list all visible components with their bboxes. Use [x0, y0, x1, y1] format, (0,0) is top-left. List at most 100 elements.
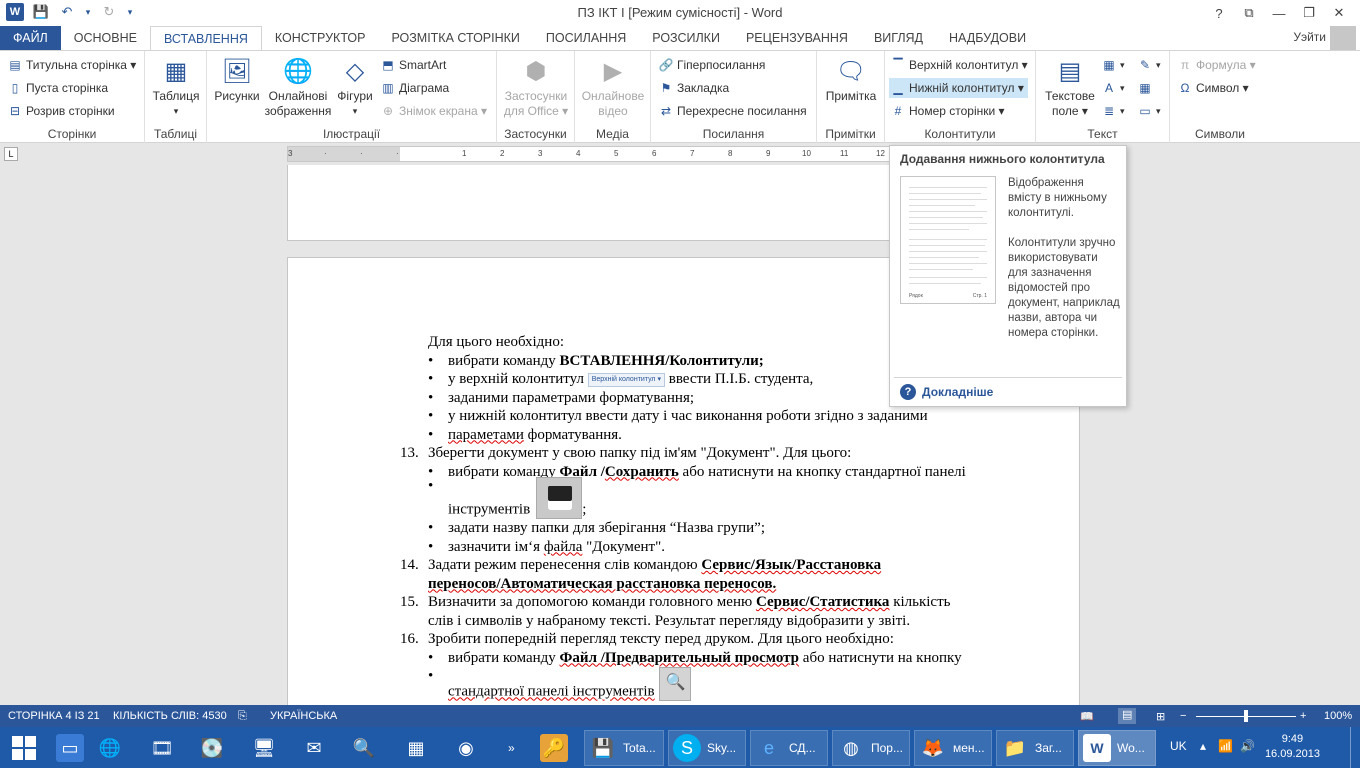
tab-addins[interactable]: НАДБУДОВИ	[936, 26, 1039, 50]
object-button[interactable]: ▭ ▾	[1138, 101, 1160, 121]
table-button[interactable]: ▦ Таблиця ▾	[151, 55, 201, 119]
tab-view[interactable]: ВИГЛЯД	[861, 26, 936, 50]
undo-icon[interactable]: ↶	[58, 3, 76, 21]
equation-button[interactable]: π Формула ▾	[1178, 55, 1256, 75]
quick-parts-button[interactable]: ▦ ▾	[1102, 55, 1124, 75]
taskbar-window-icon[interactable]: ▦	[398, 730, 434, 766]
tab-insert[interactable]: ВСТАВЛЕННЯ	[149, 26, 262, 51]
input-language[interactable]: UK	[1170, 739, 1187, 753]
network-status-icon[interactable]: 📶	[1218, 739, 1233, 753]
show-desktop-button[interactable]	[1350, 727, 1360, 768]
tab-home[interactable]: ОСНОВНЕ	[61, 26, 150, 50]
cover-page-button[interactable]: ▤ Титульна сторінка ▾	[8, 55, 136, 75]
taskbar-overflow-chevron[interactable]: »	[504, 730, 519, 766]
taskbar-window-word[interactable]: W Wo...	[1078, 730, 1156, 766]
page-counter[interactable]: СТОРІНКА 4 ІЗ 21	[8, 710, 100, 722]
comment-button[interactable]: 🗨 Примітка	[821, 55, 881, 104]
read-mode-icon[interactable]: 📖	[1080, 710, 1094, 723]
save-icon[interactable]: 💾	[32, 3, 50, 21]
text-box-button[interactable]: ▤ Текстове поле ▾	[1040, 55, 1100, 119]
chart-button[interactable]: ▥ Діаграма	[381, 78, 449, 98]
maximize-button[interactable]: ❐	[1294, 2, 1324, 24]
tab-design[interactable]: КОНСТРУКТОР	[262, 26, 379, 50]
taskbar-computer-icon[interactable]: 🖥	[246, 730, 282, 766]
pictures-button[interactable]: 🖼 Рисунки	[211, 55, 263, 104]
hyperlink-button[interactable]: 🔗 Гіперпосилання	[659, 55, 766, 75]
taskbar-drive-icon[interactable]: 💽	[194, 730, 230, 766]
page-number-button[interactable]: # Номер сторінки ▾	[891, 101, 1005, 121]
header-button[interactable]: ▔ Верхній колонтитул ▾	[891, 55, 1027, 75]
minimize-button[interactable]: —	[1264, 2, 1294, 24]
tab-review[interactable]: РЕЦЕНЗУВАННЯ	[733, 26, 861, 50]
taskbar-media-icon[interactable]: ◉	[448, 730, 484, 766]
numbered-item-continuation: слів і символів у набраному тексті. Резу…	[428, 612, 911, 629]
online-video-button[interactable]: ▶ Онлайнове відео	[579, 55, 647, 119]
wordart-button[interactable]: A ▾	[1102, 78, 1125, 98]
screenshot-button[interactable]: ⊕ Знімок екрана ▾	[381, 101, 487, 121]
language-indicator[interactable]: УКРАЇНСЬКА	[270, 710, 337, 722]
group-label-pages: Сторінки	[47, 127, 97, 141]
redo-icon[interactable]: ↻	[100, 3, 118, 21]
tray-expand-icon[interactable]: ▴	[1200, 739, 1206, 753]
word-app-icon[interactable]: W	[6, 3, 24, 21]
taskbar-window-total[interactable]: 💾 Tota...	[584, 730, 664, 766]
group-label-media: Медіа	[596, 127, 629, 141]
taskbar-window-skype[interactable]: S Sky...	[668, 730, 746, 766]
taskbar-network-icon[interactable]: 🌐	[92, 730, 128, 766]
drop-cap-button[interactable]: ≣ ▾	[1102, 101, 1125, 121]
proofing-icon[interactable]: ⎘	[238, 710, 247, 723]
word-count[interactable]: КІЛЬКІСТЬ СЛІВ: 4530	[113, 710, 227, 722]
taskbar-desktop-icon[interactable]: ▭	[52, 730, 88, 766]
cross-reference-button[interactable]: ⇄ Перехресне посилання	[659, 101, 807, 121]
zoom-out-button[interactable]: −	[1180, 710, 1186, 722]
smartart-button[interactable]: ⬒ SmartArt	[381, 55, 446, 75]
taskbar-search-icon[interactable]: 🔍	[346, 730, 382, 766]
tooltip-more-link[interactable]: ? Докладніше	[900, 384, 993, 400]
zoom-in-button[interactable]: +	[1300, 710, 1306, 722]
taskbar-window-explorer[interactable]: 📁 Заг...	[996, 730, 1074, 766]
customize-qat-icon[interactable]: ▾	[126, 3, 134, 21]
document-area[interactable]: Для цього необхідно: вибрати команду ВСТ…	[0, 165, 1360, 705]
horizontal-ruler[interactable]: 3 · · · 1 2 3 4 5 6 7 8 9 10 11 12	[287, 146, 892, 162]
undo-dropdown-icon[interactable]: ▾	[84, 3, 92, 21]
tab-references[interactable]: ПОСИЛАННЯ	[533, 26, 639, 50]
taskbar-window-firefox[interactable]: 🦊 мен...	[914, 730, 992, 766]
signature-line-button[interactable]: ✎ ▾	[1138, 55, 1161, 75]
blank-page-button[interactable]: ▯ Пуста сторінка	[8, 78, 108, 98]
help-button[interactable]: ?	[1204, 2, 1234, 24]
taskbar-key-icon[interactable]: 🔑	[536, 730, 572, 766]
close-button[interactable]: ✕	[1324, 2, 1354, 24]
system-clock[interactable]: 9:49 16.09.2013	[1265, 732, 1320, 762]
zoom-level[interactable]: 100%	[1324, 710, 1352, 722]
tab-mailings[interactable]: РОЗСИЛКИ	[639, 26, 733, 50]
footer-button[interactable]: ▁ Нижній колонтитул ▾	[889, 78, 1028, 98]
taskbar-window-ie[interactable]: e СД...	[750, 730, 828, 766]
print-layout-icon[interactable]: ▤	[1118, 708, 1137, 724]
tab-file[interactable]: ФАЙЛ	[0, 26, 61, 50]
online-pictures-button[interactable]: 🌐 Онлайнові зображення	[265, 55, 332, 119]
symbol-button[interactable]: Ω Символ ▾	[1178, 78, 1249, 98]
taskbar-window-chrome[interactable]: ◍ Пор...	[832, 730, 910, 766]
tooltip-divider	[894, 377, 1122, 378]
zoom-slider-thumb[interactable]	[1244, 710, 1248, 722]
ribbon-display-button[interactable]: ⧉	[1234, 2, 1264, 24]
taskbar-film-icon[interactable]: 🎞	[144, 730, 180, 766]
smartart-icon: ⬒	[382, 58, 394, 72]
web-layout-icon[interactable]: ⊞	[1156, 710, 1165, 723]
volume-icon[interactable]: 🔊	[1240, 739, 1255, 753]
avatar[interactable]	[1330, 26, 1356, 50]
chrome-icon: ◍	[843, 737, 859, 758]
tab-page-layout[interactable]: РОЗМІТКА СТОРІНКИ	[378, 26, 532, 50]
bookmark-button[interactable]: ⚑ Закладка	[659, 78, 730, 98]
drop-cap-icon: ≣	[1103, 104, 1115, 118]
tab-selector[interactable]: L	[4, 147, 18, 161]
apps-for-office-button[interactable]: ⬢ Застосунки для Office ▾	[501, 55, 571, 119]
quick-parts-icon: ▦	[1103, 58, 1115, 72]
shapes-button[interactable]: ◇ Фігури ▾	[333, 55, 377, 119]
start-button[interactable]	[4, 731, 44, 765]
list-item: задати назву папки для зберігання “Назва…	[400, 519, 1024, 538]
date-time-button[interactable]: ▦	[1138, 78, 1152, 98]
user-name[interactable]: Уэйти	[1293, 30, 1326, 44]
page-break-button[interactable]: ⊟ Розрив сторінки	[8, 101, 115, 121]
taskbar-mail-icon[interactable]: ✉	[296, 730, 332, 766]
